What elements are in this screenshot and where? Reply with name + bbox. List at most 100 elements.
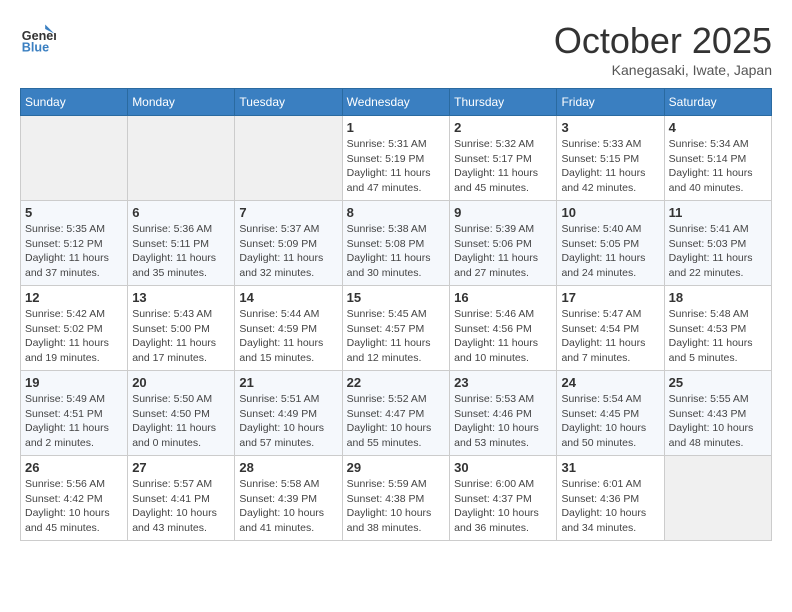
day-info: Sunrise: 5:44 AM Sunset: 4:59 PM Dayligh… — [239, 307, 337, 366]
day-info: Sunrise: 5:41 AM Sunset: 5:03 PM Dayligh… — [669, 222, 767, 281]
day-number: 1 — [347, 120, 446, 135]
calendar-cell: 14Sunrise: 5:44 AM Sunset: 4:59 PM Dayli… — [235, 286, 342, 371]
day-number: 29 — [347, 460, 446, 475]
title-block: October 2025 Kanegasaki, Iwate, Japan — [554, 20, 772, 78]
day-info: Sunrise: 5:50 AM Sunset: 4:50 PM Dayligh… — [132, 392, 230, 451]
calendar-cell: 20Sunrise: 5:50 AM Sunset: 4:50 PM Dayli… — [128, 371, 235, 456]
calendar-cell: 26Sunrise: 5:56 AM Sunset: 4:42 PM Dayli… — [21, 456, 128, 541]
calendar-cell: 13 Sunrise: 5:43 AM Sunset: 5:00 PM Dayli… — [128, 286, 235, 371]
calendar-cell: 8Sunrise: 5:38 AM Sunset: 5:08 PM Daylig… — [342, 201, 450, 286]
day-info: Sunrise: 5:46 AM Sunset: 4:56 PM Dayligh… — [454, 307, 552, 366]
day-number: 24 — [561, 375, 659, 390]
logo-icon: General Blue — [20, 20, 56, 56]
day-number: 16 — [454, 290, 552, 305]
day-number: 31 — [561, 460, 659, 475]
day-info: Sunrise: 5:54 AM Sunset: 4:45 PM Dayligh… — [561, 392, 659, 451]
calendar-cell: 16 Sunrise: 5:46 AM Sunset: 4:56 PM Dayli… — [450, 286, 557, 371]
day-info: Sunrise: 5:36 AM Sunset: 5:11 PM Dayligh… — [132, 222, 230, 281]
day-info: Sunrise: 5:52 AM Sunset: 4:47 PM Dayligh… — [347, 392, 446, 451]
calendar-cell: 17 Sunrise: 5:47 AM Sunset: 4:54 PM Dayli… — [557, 286, 664, 371]
calendar-cell: 27Sunrise: 5:57 AM Sunset: 4:41 PM Dayli… — [128, 456, 235, 541]
day-number: 28 — [239, 460, 337, 475]
weekday-header-friday: Friday — [557, 89, 664, 116]
weekday-header-thursday: Thursday — [450, 89, 557, 116]
calendar-cell: 7Sunrise: 5:37 AM Sunset: 5:09 PM Daylig… — [235, 201, 342, 286]
calendar-cell: 3 Sunrise: 5:33 AM Sunset: 5:15 PM Daylig… — [557, 116, 664, 201]
day-info: Sunrise: 5:53 AM Sunset: 4:46 PM Dayligh… — [454, 392, 552, 451]
calendar-cell: 31 Sunrise: 6:01 AM Sunset: 4:36 PM Dayli… — [557, 456, 664, 541]
day-number: 11 — [669, 205, 767, 220]
day-number: 12 — [25, 290, 123, 305]
calendar-cell: 2 Sunrise: 5:32 AM Sunset: 5:17 PM Daylig… — [450, 116, 557, 201]
day-number: 23 — [454, 375, 552, 390]
day-info: Sunrise: 5:42 AM Sunset: 5:02 PM Dayligh… — [25, 307, 123, 366]
calendar-cell: 5 Sunrise: 5:35 AM Sunset: 5:12 PM Daylig… — [21, 201, 128, 286]
calendar-cell: 18 Sunrise: 5:48 AM Sunset: 4:53 PM Dayli… — [664, 286, 771, 371]
weekday-header-row: SundayMondayTuesdayWednesdayThursdayFrid… — [21, 89, 772, 116]
day-info: Sunrise: 5:48 AM Sunset: 4:53 PM Dayligh… — [669, 307, 767, 366]
day-number: 6 — [132, 205, 230, 220]
day-info: Sunrise: 6:01 AM Sunset: 4:36 PM Dayligh… — [561, 477, 659, 536]
month-title: October 2025 — [554, 20, 772, 62]
weekday-header-saturday: Saturday — [664, 89, 771, 116]
location-subtitle: Kanegasaki, Iwate, Japan — [554, 62, 772, 78]
day-number: 13 — [132, 290, 230, 305]
day-info: Sunrise: 5:31 AM Sunset: 5:19 PM Dayligh… — [347, 137, 446, 196]
day-info: Sunrise: 5:45 AM Sunset: 4:57 PM Dayligh… — [347, 307, 446, 366]
day-number: 9 — [454, 205, 552, 220]
day-number: 17 — [561, 290, 659, 305]
weekday-header-wednesday: Wednesday — [342, 89, 450, 116]
day-number: 4 — [669, 120, 767, 135]
calendar-cell — [664, 456, 771, 541]
calendar-cell: 25 Sunrise: 5:55 AM Sunset: 4:43 PM Dayli… — [664, 371, 771, 456]
day-number: 2 — [454, 120, 552, 135]
page-header: General Blue October 2025 Kanegasaki, Iw… — [20, 20, 772, 78]
calendar-cell: 4 Sunrise: 5:34 AM Sunset: 5:14 PM Daylig… — [664, 116, 771, 201]
day-info: Sunrise: 5:34 AM Sunset: 5:14 PM Dayligh… — [669, 137, 767, 196]
week-row-2: 5 Sunrise: 5:35 AM Sunset: 5:12 PM Daylig… — [21, 201, 772, 286]
day-number: 30 — [454, 460, 552, 475]
day-number: 15 — [347, 290, 446, 305]
weekday-header-monday: Monday — [128, 89, 235, 116]
day-number: 19 — [25, 375, 123, 390]
day-info: Sunrise: 5:47 AM Sunset: 4:54 PM Dayligh… — [561, 307, 659, 366]
calendar-cell: 1 Sunrise: 5:31 AM Sunset: 5:19 PM Daylig… — [342, 116, 450, 201]
calendar-cell: 29 Sunrise: 5:59 AM Sunset: 4:38 PM Dayli… — [342, 456, 450, 541]
day-number: 25 — [669, 375, 767, 390]
day-number: 3 — [561, 120, 659, 135]
day-info: Sunrise: 5:33 AM Sunset: 5:15 PM Dayligh… — [561, 137, 659, 196]
day-number: 8 — [347, 205, 446, 220]
day-number: 5 — [25, 205, 123, 220]
day-info: Sunrise: 5:55 AM Sunset: 4:43 PM Dayligh… — [669, 392, 767, 451]
calendar-cell: 24 Sunrise: 5:54 AM Sunset: 4:45 PM Dayli… — [557, 371, 664, 456]
logo: General Blue — [20, 20, 60, 56]
day-info: Sunrise: 5:51 AM Sunset: 4:49 PM Dayligh… — [239, 392, 337, 451]
week-row-4: 19 Sunrise: 5:49 AM Sunset: 4:51 PM Dayli… — [21, 371, 772, 456]
day-info: Sunrise: 5:37 AM Sunset: 5:09 PM Dayligh… — [239, 222, 337, 281]
day-info: Sunrise: 5:39 AM Sunset: 5:06 PM Dayligh… — [454, 222, 552, 281]
calendar-cell — [21, 116, 128, 201]
calendar-table: SundayMondayTuesdayWednesdayThursdayFrid… — [20, 88, 772, 541]
weekday-header-sunday: Sunday — [21, 89, 128, 116]
day-info: Sunrise: 6:00 AM Sunset: 4:37 PM Dayligh… — [454, 477, 552, 536]
week-row-5: 26Sunrise: 5:56 AM Sunset: 4:42 PM Dayli… — [21, 456, 772, 541]
day-info: Sunrise: 5:32 AM Sunset: 5:17 PM Dayligh… — [454, 137, 552, 196]
calendar-cell: 23 Sunrise: 5:53 AM Sunset: 4:46 PM Dayli… — [450, 371, 557, 456]
day-number: 27 — [132, 460, 230, 475]
calendar-cell: 28Sunrise: 5:58 AM Sunset: 4:39 PM Dayli… — [235, 456, 342, 541]
day-number: 18 — [669, 290, 767, 305]
day-info: Sunrise: 5:59 AM Sunset: 4:38 PM Dayligh… — [347, 477, 446, 536]
day-info: Sunrise: 5:43 AM Sunset: 5:00 PM Dayligh… — [132, 307, 230, 366]
weekday-header-tuesday: Tuesday — [235, 89, 342, 116]
calendar-cell — [235, 116, 342, 201]
day-info: Sunrise: 5:35 AM Sunset: 5:12 PM Dayligh… — [25, 222, 123, 281]
calendar-cell: 9 Sunrise: 5:39 AM Sunset: 5:06 PM Daylig… — [450, 201, 557, 286]
calendar-cell: 30 Sunrise: 6:00 AM Sunset: 4:37 PM Dayli… — [450, 456, 557, 541]
calendar-cell: 12 Sunrise: 5:42 AM Sunset: 5:02 PM Dayli… — [21, 286, 128, 371]
calendar-cell: 15 Sunrise: 5:45 AM Sunset: 4:57 PM Dayli… — [342, 286, 450, 371]
calendar-cell: 11 Sunrise: 5:41 AM Sunset: 5:03 PM Dayli… — [664, 201, 771, 286]
week-row-1: 1 Sunrise: 5:31 AM Sunset: 5:19 PM Daylig… — [21, 116, 772, 201]
day-info: Sunrise: 5:49 AM Sunset: 4:51 PM Dayligh… — [25, 392, 123, 451]
calendar-cell: 6 Sunrise: 5:36 AM Sunset: 5:11 PM Daylig… — [128, 201, 235, 286]
calendar-cell: 19 Sunrise: 5:49 AM Sunset: 4:51 PM Dayli… — [21, 371, 128, 456]
